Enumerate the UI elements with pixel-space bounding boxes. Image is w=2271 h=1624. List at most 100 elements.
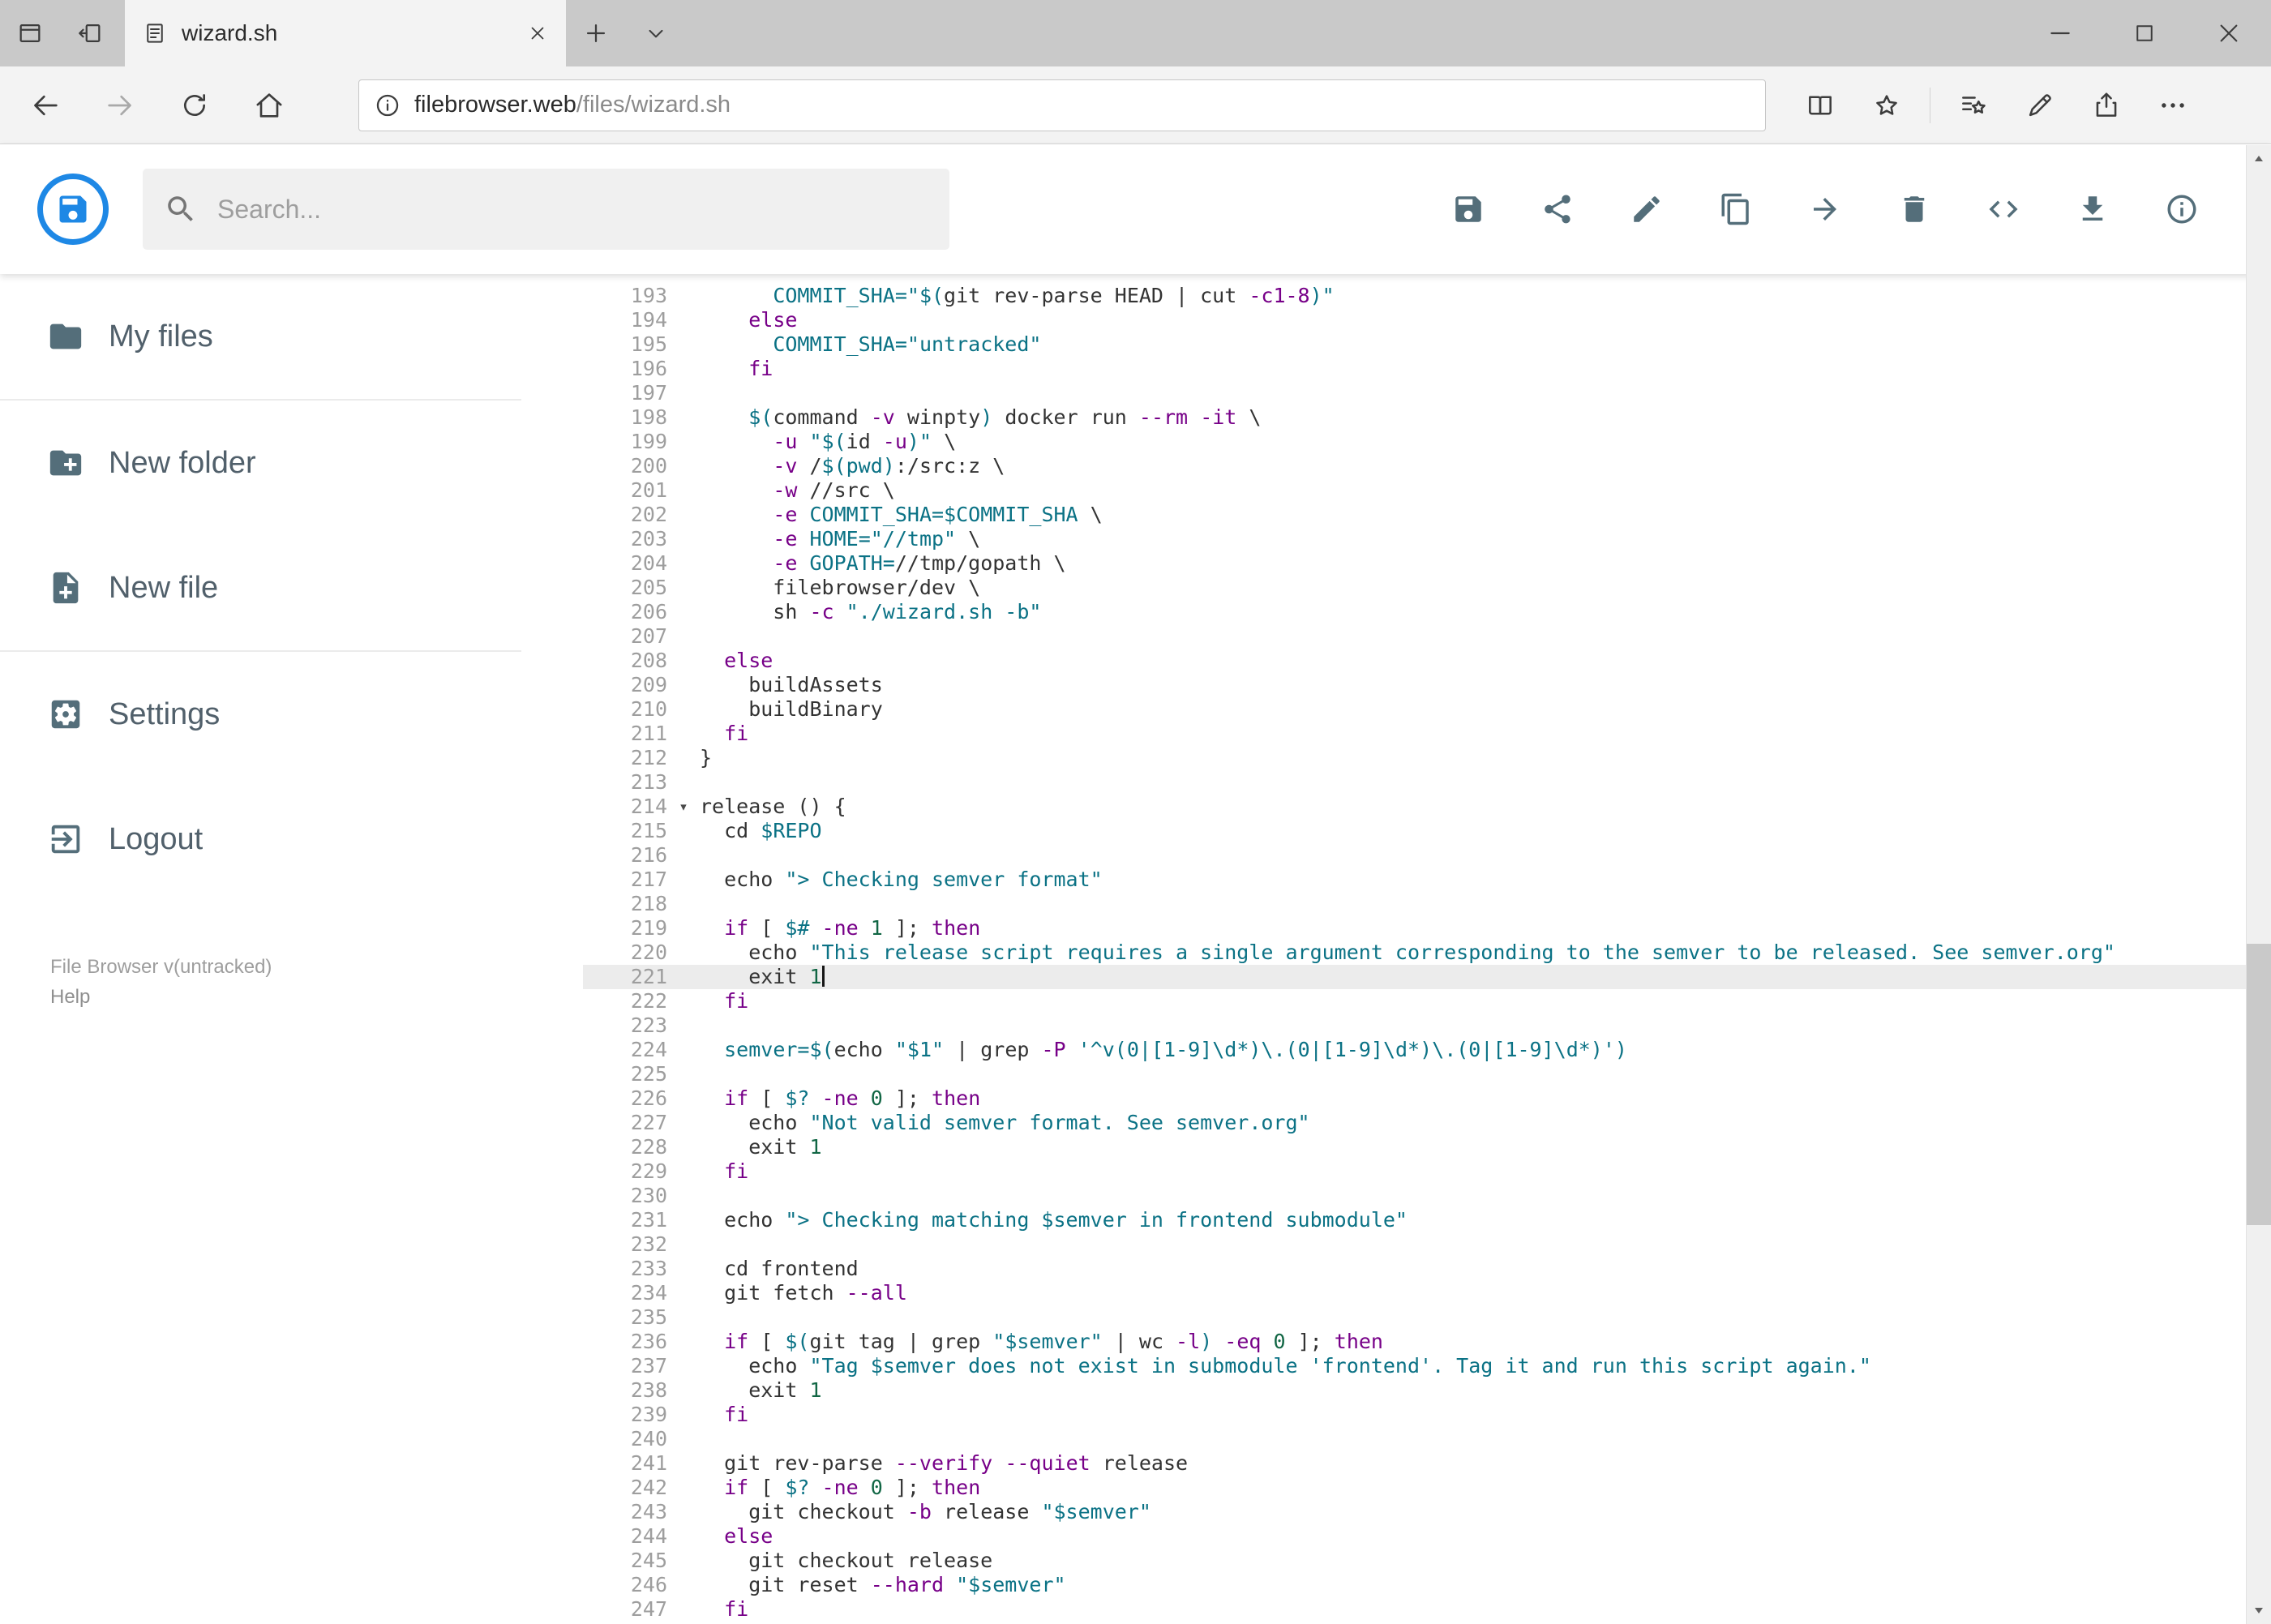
code-line[interactable]: 212} [583,746,2271,770]
share-page-button[interactable] [2073,73,2140,138]
code-line[interactable]: 247 fi [583,1597,2271,1622]
search-box[interactable] [143,169,949,250]
code-line[interactable]: 233 cd frontend [583,1257,2271,1281]
code-line[interactable]: 222 fi [583,989,2271,1013]
code-line[interactable]: 232 [583,1232,2271,1257]
tabs-set-aside-button[interactable] [0,0,60,66]
code-line[interactable]: 205 filebrowser/dev \ [583,576,2271,600]
code-line[interactable]: 194 else [583,308,2271,332]
code-line[interactable]: 200 -v /$(pwd):/src:z \ [583,454,2271,478]
code-line[interactable]: 230 [583,1184,2271,1208]
code-line[interactable]: 244 else [583,1524,2271,1549]
code-line[interactable]: 231 echo "> Checking matching $semver in… [583,1208,2271,1232]
add-favorite-button[interactable] [1853,73,1920,138]
scroll-thumb[interactable] [2247,943,2271,1225]
code-line[interactable]: 236 if [ $(git tag | grep "$semver" | wc… [583,1330,2271,1354]
set-tabs-aside-button[interactable] [60,0,120,66]
code-line[interactable]: 226 if [ $? -ne 0 ]; then [583,1086,2271,1111]
browser-tab[interactable]: wizard.sh [125,0,566,66]
help-link[interactable]: Help [50,982,521,1012]
scroll-up-button[interactable] [2247,145,2271,173]
code-line[interactable]: 239 fi [583,1403,2271,1427]
code-line[interactable]: 227 echo "Not valid semver format. See s… [583,1111,2271,1135]
code-line[interactable]: 206 sh -c "./wizard.sh -b" [583,600,2271,624]
address-bar[interactable]: filebrowser.web/files/wizard.sh [358,79,1766,131]
sidebar-item-new-folder[interactable]: New folder [0,401,521,525]
code-line[interactable]: 218 [583,892,2271,916]
code-line[interactable]: 210 buildBinary [583,697,2271,722]
code-line[interactable]: 237 echo "Tag $semver does not exist in … [583,1354,2271,1378]
code-line[interactable]: 207 [583,624,2271,649]
sidebar-item-settings[interactable]: Settings [0,652,521,777]
code-line[interactable]: 243 git checkout -b release "$semver" [583,1500,2271,1524]
code-editor[interactable]: 193 COMMIT_SHA="$(git rev-parse HEAD | c… [521,274,2271,1624]
close-button[interactable] [2187,0,2271,66]
fold-arrow-icon[interactable]: ▾ [667,795,700,819]
code-line[interactable]: 196 fi [583,357,2271,381]
info-button[interactable] [2164,191,2200,227]
code-line[interactable]: 209 buildAssets [583,673,2271,697]
code-line[interactable]: 219 if [ $# -ne 1 ]; then [583,916,2271,941]
page-scrollbar[interactable] [2246,145,2271,1624]
download-button[interactable] [2075,191,2110,227]
code-line[interactable]: 198 $(command -v winpty) docker run --rm… [583,405,2271,430]
code-line[interactable]: 201 -w //src \ [583,478,2271,503]
code-line[interactable]: 242 if [ $? -ne 0 ]; then [583,1476,2271,1500]
share-button[interactable] [1540,191,1575,227]
hub-button[interactable] [1940,73,2007,138]
refresh-button[interactable] [157,73,232,138]
code-line[interactable]: 204 -e GOPATH=//tmp/gopath \ [583,551,2271,576]
more-button[interactable] [2140,73,2206,138]
move-button[interactable] [1807,191,1843,227]
code-line[interactable]: 220 echo "This release script requires a… [583,941,2271,965]
code-line[interactable]: 221 exit 1 [583,965,2271,989]
code-line[interactable]: 215 cd $REPO [583,819,2271,843]
new-tab-button[interactable] [566,0,626,66]
reading-view-button[interactable] [1787,73,1853,138]
code-line[interactable]: 211 fi [583,722,2271,746]
minimize-button[interactable] [2018,0,2102,66]
code-line[interactable]: 214 ▾ release () { [583,795,2271,819]
code-line[interactable]: 225 [583,1062,2271,1086]
code-line[interactable]: 238 exit 1 [583,1378,2271,1403]
app-logo[interactable] [37,174,109,245]
code-line[interactable]: 216 [583,843,2271,868]
code-button[interactable] [1986,191,2021,227]
code-line[interactable]: 203 -e HOME="//tmp" \ [583,527,2271,551]
code-line[interactable]: 240 [583,1427,2271,1451]
code-line[interactable]: 223 [583,1013,2271,1038]
code-line[interactable]: 245 git checkout release [583,1549,2271,1573]
tab-close-icon[interactable] [527,23,548,44]
delete-button[interactable] [1896,191,1932,227]
code-line[interactable]: 228 exit 1 [583,1135,2271,1159]
save-button[interactable] [1450,191,1486,227]
scroll-down-button[interactable] [2247,1596,2271,1624]
search-input[interactable] [216,193,928,225]
site-info-icon[interactable] [374,92,401,119]
copy-button[interactable] [1718,191,1754,227]
rename-button[interactable] [1629,191,1665,227]
home-button[interactable] [232,73,306,138]
code-line[interactable]: 229 fi [583,1159,2271,1184]
tab-list-button[interactable] [626,0,686,66]
forward-button[interactable] [83,73,157,138]
code-line[interactable]: 213 [583,770,2271,795]
code-line[interactable]: 241 git rev-parse --verify --quiet relea… [583,1451,2271,1476]
sidebar-item-new-file[interactable]: New file [0,525,521,650]
code-line[interactable]: 217 echo "> Checking semver format" [583,868,2271,892]
code-line[interactable]: 195 COMMIT_SHA="untracked" [583,332,2271,357]
code-line[interactable]: 235 [583,1305,2271,1330]
sidebar-item-my-files[interactable]: My files [0,274,521,399]
code-line[interactable]: 246 git reset --hard "$semver" [583,1573,2271,1597]
code-line[interactable]: 208 else [583,649,2271,673]
code-line[interactable]: 199 -u "$(id -u)" \ [583,430,2271,454]
code-line[interactable]: 202 -e COMMIT_SHA=$COMMIT_SHA \ [583,503,2271,527]
code-line[interactable]: 193 COMMIT_SHA="$(git rev-parse HEAD | c… [583,284,2271,308]
maximize-button[interactable] [2102,0,2187,66]
code-line[interactable]: 234 git fetch --all [583,1281,2271,1305]
back-button[interactable] [8,73,83,138]
sidebar-item-logout[interactable]: Logout [0,777,521,902]
annotate-button[interactable] [2007,73,2073,138]
code-line[interactable]: 224 semver=$(echo "$1" | grep -P '^v(0|[… [583,1038,2271,1062]
code-line[interactable]: 197 [583,381,2271,405]
